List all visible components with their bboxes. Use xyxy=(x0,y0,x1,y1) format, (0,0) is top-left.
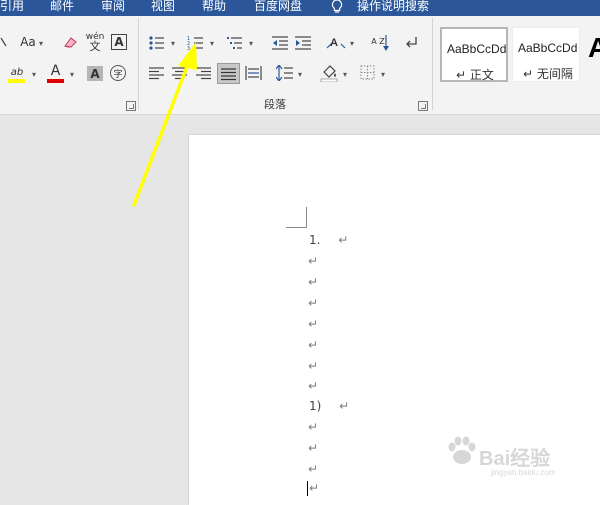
enclose-characters-button[interactable]: 字 xyxy=(110,65,126,81)
tab-help[interactable]: 帮助 xyxy=(202,0,226,16)
change-case-label: Aa xyxy=(20,35,36,49)
ribbon: Aa ▾ wén 文 A ab ▾ A ▾ A 字 ▾ 1 2 3 ▾ ▾ A … xyxy=(0,16,600,115)
shading-bucket-icon[interactable] xyxy=(320,64,338,82)
borders-icon[interactable] xyxy=(360,65,375,80)
empty-paragraph[interactable]: ↵ xyxy=(308,254,318,268)
chevron-down-icon[interactable]: ▾ xyxy=(70,70,74,79)
numbered-list-item[interactable]: 1) ↵ xyxy=(309,399,349,413)
tab-mailings[interactable]: 邮件 xyxy=(50,0,74,16)
character-border-label: A xyxy=(114,35,124,49)
phonetic-guide-char: 文 xyxy=(89,40,101,53)
show-formatting-marks-icon[interactable] xyxy=(404,35,420,51)
chevron-down-icon[interactable]: ▾ xyxy=(350,39,354,48)
watermark-text: Bai经验 xyxy=(479,448,551,470)
highlight-button[interactable]: ab xyxy=(8,66,26,80)
enclose-characters-label: 字 xyxy=(113,69,123,80)
font-dialog-launcher-icon[interactable] xyxy=(126,101,136,111)
empty-paragraph[interactable]: ↵ xyxy=(308,338,318,352)
style-name: ↵ 无间隔 xyxy=(523,67,573,81)
highlight-label: ab xyxy=(10,67,24,78)
paragraph-mark: ↵ xyxy=(338,233,349,247)
paragraph-group-label: 段落 xyxy=(264,98,286,111)
justify-button[interactable] xyxy=(217,63,240,84)
decrease-indent-icon[interactable] xyxy=(271,35,289,51)
svg-text:A: A xyxy=(330,37,338,49)
highlight-color-bar xyxy=(8,79,25,83)
svg-text:3: 3 xyxy=(187,46,190,51)
phonetic-guide-button[interactable]: wén 文 xyxy=(86,31,105,53)
numbered-list-item[interactable]: 1. ↵ xyxy=(309,233,348,247)
bullets-icon[interactable] xyxy=(148,35,166,51)
font-color-bar xyxy=(47,79,64,83)
baidu-jingyan-watermark: Bai经验 jingyan.baidu.com xyxy=(445,432,595,480)
empty-paragraph[interactable]: ↵ xyxy=(308,420,318,434)
empty-paragraph[interactable]: ↵ xyxy=(308,359,318,373)
increase-indent-icon[interactable] xyxy=(294,35,312,51)
list-number: 1. xyxy=(309,233,321,247)
change-case-button[interactable]: Aa xyxy=(18,34,38,50)
tell-me-search[interactable]: 操作说明搜索 xyxy=(357,0,429,16)
character-shading-button[interactable]: A xyxy=(87,66,103,81)
lightbulb-icon xyxy=(331,0,343,13)
text-cursor xyxy=(307,481,308,496)
tab-review[interactable]: 审阅 xyxy=(101,0,125,16)
sort-arrow-icon xyxy=(383,35,389,51)
character-shading-label: A xyxy=(90,66,100,81)
chevron-down-icon[interactable]: ▾ xyxy=(210,39,214,48)
style-no-spacing[interactable]: AaBbCcDd ↵ 无间隔 xyxy=(512,27,580,82)
style-heading-preview[interactable]: A xyxy=(588,32,600,64)
style-preview: AaBbCcDd xyxy=(447,42,507,56)
paragraph-mark: ↵ xyxy=(339,399,350,413)
clear-formatting-icon[interactable] xyxy=(63,35,79,49)
group-separator xyxy=(432,18,433,110)
empty-paragraph[interactable]: ↵ xyxy=(308,296,318,310)
style-name-label: 无间隔 xyxy=(536,67,573,81)
style-name: ↵ 正文 xyxy=(456,68,494,82)
chevron-down-icon[interactable]: ▾ xyxy=(249,39,253,48)
empty-paragraph[interactable]: ↵ xyxy=(308,379,318,393)
character-border-button[interactable]: A xyxy=(111,34,127,50)
tab-baidu-netdisk[interactable]: 百度网盘 xyxy=(254,0,302,16)
align-left-icon[interactable] xyxy=(149,66,164,80)
chevron-down-icon[interactable]: ▾ xyxy=(32,70,36,79)
numbering-icon[interactable]: 1 2 3 xyxy=(187,35,205,51)
chevron-down-icon[interactable]: ▾ xyxy=(381,70,385,79)
empty-paragraph[interactable]: ↵ xyxy=(308,317,318,331)
paragraph-dialog-launcher-icon[interactable] xyxy=(418,101,428,111)
multilevel-list-icon[interactable] xyxy=(226,35,244,51)
align-right-icon[interactable] xyxy=(196,66,211,80)
empty-paragraph[interactable]: ↵ xyxy=(309,481,319,495)
font-size-decrease-icon[interactable] xyxy=(0,36,8,48)
style-normal[interactable]: AaBbCcDd ↵ 正文 xyxy=(440,27,508,82)
empty-paragraph[interactable]: ↵ xyxy=(308,462,318,476)
margin-corner-mark xyxy=(286,207,307,228)
ribbon-tab-bar: 引用 邮件 审阅 视图 帮助 百度网盘 操作说明搜索 xyxy=(0,0,600,16)
line-spacing-icon[interactable] xyxy=(276,65,293,81)
tab-references[interactable]: 引用 xyxy=(0,0,24,16)
align-center-icon[interactable] xyxy=(172,66,187,80)
style-name-label: 正文 xyxy=(469,68,494,82)
empty-paragraph[interactable]: ↵ xyxy=(308,275,318,289)
style-preview: AaBbCcDd xyxy=(518,41,578,55)
chinese-layout-icon[interactable]: A xyxy=(326,35,346,51)
font-color-label: A xyxy=(50,63,61,79)
group-separator xyxy=(138,18,139,110)
watermark-url: jingyan.baidu.com xyxy=(491,468,556,477)
list-number: 1) xyxy=(309,399,322,413)
chevron-down-icon[interactable]: ▾ xyxy=(171,39,175,48)
distributed-icon[interactable] xyxy=(245,65,262,81)
empty-paragraph[interactable]: ↵ xyxy=(308,441,318,455)
font-color-button[interactable]: A xyxy=(47,63,64,79)
chevron-down-icon[interactable]: ▾ xyxy=(343,70,347,79)
paw-logo-icon xyxy=(448,436,476,464)
chevron-down-icon[interactable]: ▾ xyxy=(39,39,43,48)
justify-icon xyxy=(221,68,236,81)
chevron-down-icon[interactable]: ▾ xyxy=(298,70,302,79)
tab-view[interactable]: 视图 xyxy=(151,0,175,16)
